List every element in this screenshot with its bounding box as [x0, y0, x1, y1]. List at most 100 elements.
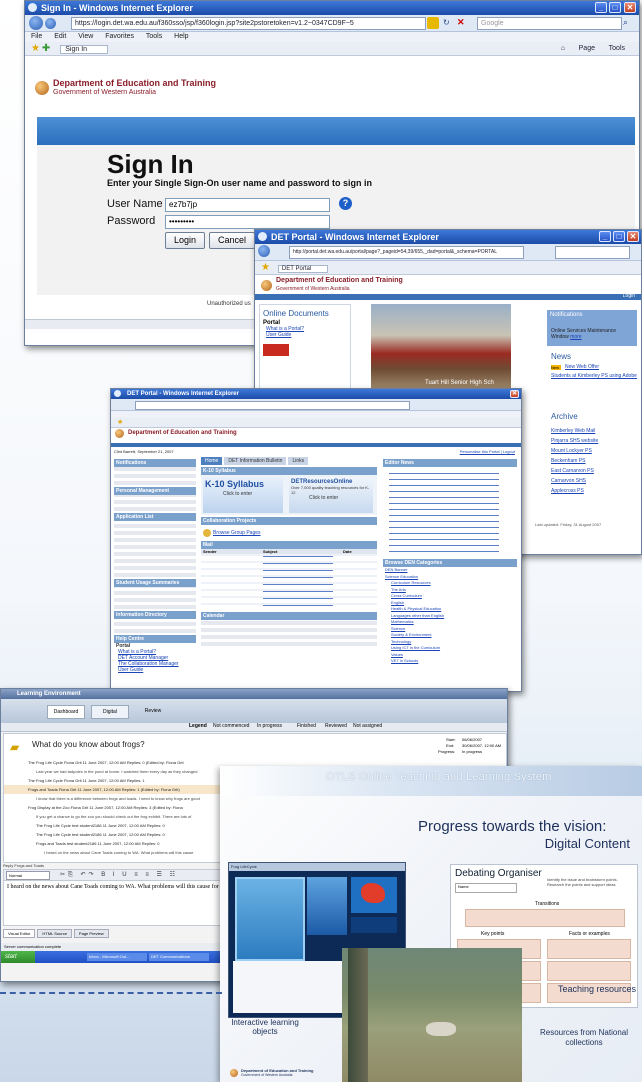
- taskbar-outlook[interactable]: Inbox - Microsoft Out...: [87, 953, 147, 961]
- menu-file[interactable]: File: [31, 33, 42, 40]
- label-national-collections: Resources from National collections: [539, 1028, 629, 1047]
- fact-box[interactable]: [547, 939, 631, 959]
- address-input[interactable]: https://login.det.wa.edu.au/f360sso/jsp/…: [71, 17, 426, 30]
- back-icon[interactable]: [258, 245, 270, 257]
- adobe-reader-icon[interactable]: [263, 344, 289, 356]
- password-input[interactable]: •••••••••: [165, 215, 330, 229]
- help-icon[interactable]: ?: [339, 197, 352, 210]
- close-button[interactable]: ✕: [627, 231, 639, 242]
- archive-item[interactable]: Mount Lockyer PS: [551, 446, 598, 456]
- transitions-box[interactable]: [465, 909, 625, 927]
- minimize-button[interactable]: _: [599, 231, 611, 242]
- tab-dashboard[interactable]: Dashboard: [47, 705, 85, 719]
- tab-html-source[interactable]: HTML Source: [37, 929, 72, 938]
- login-button[interactable]: Login: [165, 232, 205, 249]
- portal-titlebar: DET Portal - Windows Internet Explorer _…: [255, 230, 641, 244]
- search-icon[interactable]: ⌕: [623, 17, 628, 28]
- notification-text: Online Services Maintenance Window more: [551, 328, 635, 340]
- tree-trunk: [348, 948, 368, 1082]
- archive-item[interactable]: Carnarvon SHS: [551, 476, 598, 486]
- login-link[interactable]: Login: [623, 293, 635, 299]
- archive-item[interactable]: Pinjarra SHS website: [551, 436, 598, 446]
- close-button[interactable]: ✕: [624, 2, 636, 13]
- menu-edit[interactable]: Edit: [54, 33, 66, 40]
- personalise-link[interactable]: Personalise this Portal | Logout: [460, 449, 515, 454]
- archive-item[interactable]: Kimberley Web Mail: [551, 426, 598, 436]
- username-input[interactable]: ez7b7jp: [165, 198, 330, 212]
- control-panel[interactable]: [307, 877, 347, 935]
- tab-home[interactable]: Home: [201, 457, 223, 465]
- home-icon[interactable]: ⌂: [561, 42, 565, 55]
- favorites-star-icon[interactable]: ★: [117, 419, 123, 426]
- archive-item[interactable]: Beckenham PS: [551, 456, 598, 466]
- more-link[interactable]: more: [570, 334, 581, 340]
- address-bar-row: [111, 399, 521, 411]
- collab-link[interactable]: Browse Group Pages: [213, 530, 261, 536]
- portal-detail-titlebar: DET Portal - Windows Internet Explorer ✕: [111, 389, 521, 399]
- click-to-enter[interactable]: Click to enter: [289, 495, 373, 501]
- section-header: Help Centre: [114, 635, 196, 643]
- editor-news-list: [383, 467, 517, 557]
- calendar-body[interactable]: [201, 620, 377, 646]
- formatting-icons[interactable]: ✂⎘ ↶↷ B I U ≡ ≡ ☰ ☷: [60, 871, 178, 879]
- menu-help[interactable]: Help: [174, 33, 188, 40]
- menu-favorites[interactable]: Favorites: [105, 33, 134, 40]
- tab-visual-editor[interactable]: Visual Editor: [3, 929, 36, 938]
- back-icon[interactable]: [29, 16, 43, 30]
- search-input[interactable]: [555, 246, 630, 259]
- close-button[interactable]: ✕: [510, 390, 519, 398]
- k10-banner[interactable]: K-10 Syllabus Click to enter: [203, 477, 283, 513]
- start-button[interactable]: start: [1, 951, 35, 963]
- news-item[interactable]: New Web Offer: [565, 364, 599, 370]
- cancel-button[interactable]: Cancel: [209, 232, 255, 249]
- style-select[interactable]: Normal: [6, 871, 50, 880]
- fact-box[interactable]: [547, 961, 631, 981]
- news-item[interactable]: Students at Kimberley PS using Adobe: [551, 373, 637, 379]
- menu-view[interactable]: View: [78, 33, 93, 40]
- maximize-button[interactable]: □: [609, 2, 621, 13]
- tab-digital[interactable]: Digital: [91, 705, 129, 719]
- tab-bulletin[interactable]: DET Information Bulletin: [224, 457, 287, 465]
- tab-det-portal[interactable]: DET Portal: [277, 265, 329, 273]
- forward-icon[interactable]: [45, 18, 56, 29]
- archive-item[interactable]: East Carnarvon PS: [551, 466, 598, 476]
- tools-tools-menu[interactable]: Tools: [609, 42, 625, 55]
- menu-tools[interactable]: Tools: [146, 33, 162, 40]
- click-to-enter[interactable]: Click to enter: [203, 491, 283, 497]
- favorites-star-icon[interactable]: ★: [31, 43, 40, 54]
- mail-list[interactable]: [201, 554, 377, 610]
- minimize-button[interactable]: _: [595, 2, 607, 13]
- det-resources-banner[interactable]: DETResourcesOnline Over 7,000 quality te…: [289, 477, 373, 513]
- legend-not-assigned: Not assigned: [353, 723, 383, 729]
- tab-links[interactable]: Links: [288, 457, 309, 465]
- refresh-icon[interactable]: ↻: [443, 18, 450, 27]
- maximize-button[interactable]: □: [613, 231, 625, 242]
- mail-heading: Mail: [201, 541, 377, 549]
- dept-logo: Department of Education and Training Gov…: [261, 276, 403, 294]
- tools-page-menu[interactable]: Page: [579, 42, 595, 55]
- dept-crest-icon: [230, 1068, 238, 1077]
- favorites-star-icon[interactable]: ★: [261, 262, 270, 273]
- address-input[interactable]: http://portal.det.wa.edu.au/portal/page?…: [289, 246, 524, 259]
- stop-icon[interactable]: ✕: [457, 17, 465, 28]
- search-input[interactable]: Google: [477, 17, 622, 30]
- taskbar-det-comms[interactable]: DET Communications: [149, 953, 209, 961]
- address-bar-row: https://login.det.wa.edu.au/f360sso/jsp/…: [25, 15, 639, 32]
- organiser-name-field[interactable]: Name: [455, 883, 517, 893]
- doc-link[interactable]: User Guide: [260, 332, 350, 338]
- address-input[interactable]: [135, 401, 410, 410]
- den-item[interactable]: VET in Schools: [385, 658, 517, 665]
- slide-title: Progress towards the vision:: [418, 818, 607, 835]
- dept-subname: Government of Western Australia: [241, 1073, 293, 1077]
- frog-tank-graphic[interactable]: [235, 877, 305, 961]
- help-link[interactable]: User Guide: [114, 667, 196, 673]
- add-favorite-icon[interactable]: ✚: [42, 43, 50, 54]
- archive-item[interactable]: Applecross PS: [551, 486, 598, 496]
- den-list: DEN Banner Science Education Curriculum …: [383, 567, 517, 665]
- right-column: Editor News Browse DEN Categories DEN Ba…: [383, 459, 517, 665]
- menu-bar: File Edit View Favorites Tools Help: [25, 32, 639, 42]
- tab-page-preview[interactable]: Page Preview: [73, 929, 109, 938]
- tab-review[interactable]: Review: [135, 705, 171, 717]
- left-column: Notifications Personal Management Applic…: [114, 459, 196, 673]
- tab-signin[interactable]: Sign In: [60, 45, 109, 54]
